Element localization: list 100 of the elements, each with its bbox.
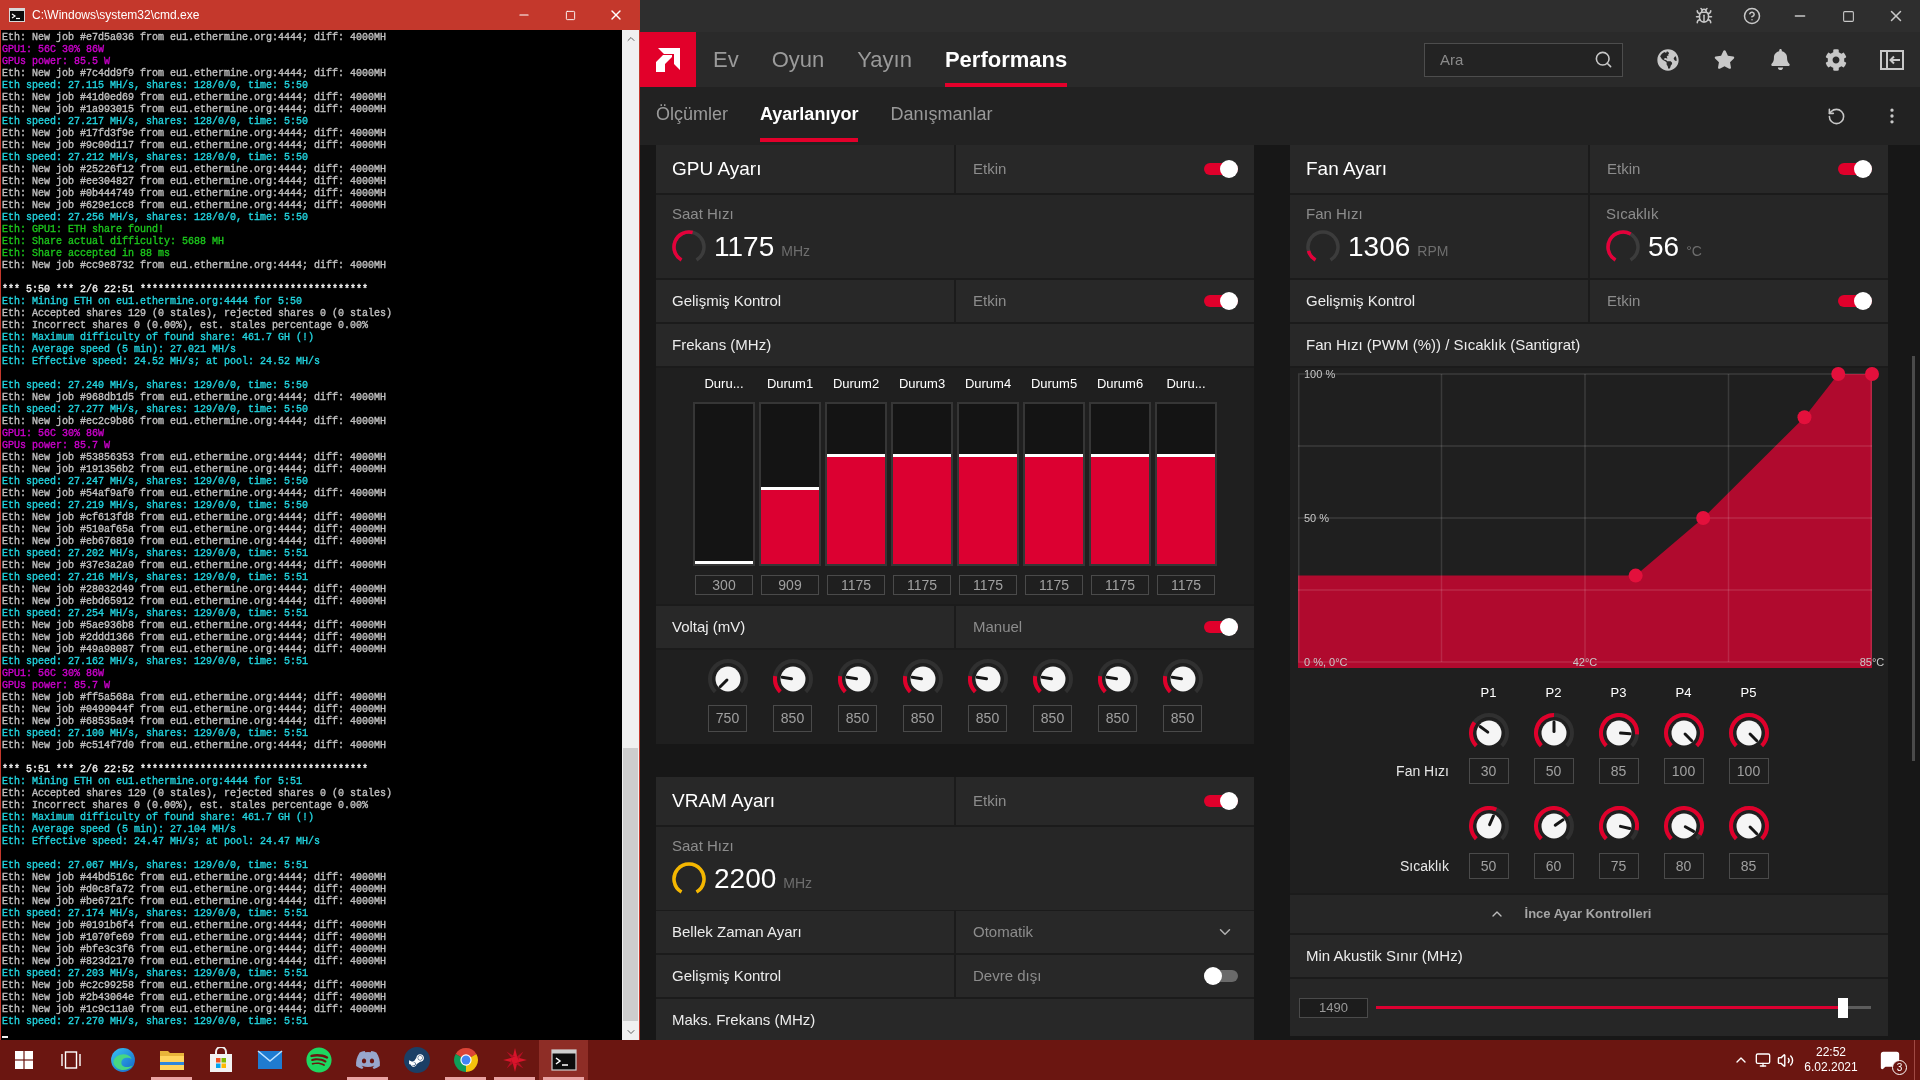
console-line: Eth: New job #28032d49 from eu1.ethermine.org:4444; diff: 4000MH (2, 584, 387, 596)
frequency-slider[interactable] (759, 402, 821, 566)
curve-point[interactable] (1831, 367, 1846, 381)
value-field[interactable]: 909 (761, 575, 819, 595)
console-line: Eth: New job #191356b2 from eu1.ethermine.org:4444; diff: 4000MH (2, 464, 387, 476)
setting-label: Maks. Frekans (MHz) (672, 1009, 816, 1030)
settings-icon[interactable] (1825, 48, 1847, 71)
value-field[interactable]: 50 (1533, 758, 1574, 784)
gauge-icon (672, 230, 706, 264)
value-field[interactable]: 1175 (893, 575, 951, 595)
console-icon (9, 8, 25, 22)
setting-label: Frekans (MHz) (672, 334, 772, 355)
undo-icon[interactable] (1826, 106, 1846, 126)
value-field[interactable]: 100 (1728, 758, 1769, 784)
arrow-logo-icon (640, 32, 696, 87)
console-line: Eth: New job #68535a94 from eu1.ethermine.org:4444; diff: 4000MH (2, 716, 387, 728)
start-icon[interactable] (14, 1051, 33, 1069)
clock-time[interactable]: 22:52 (1816, 1045, 1846, 1060)
value-field[interactable]: 850 (1163, 705, 1202, 732)
slider-thumb[interactable] (1838, 997, 1849, 1018)
toggle-switch[interactable] (1204, 292, 1238, 310)
value-field[interactable]: 1175 (1091, 575, 1149, 595)
task-view-icon[interactable] (61, 1051, 81, 1069)
toggle-switch[interactable] (1204, 792, 1238, 810)
acoustic-slider[interactable] (1376, 997, 1871, 1018)
value-field[interactable]: 50 (1468, 853, 1509, 879)
scrollbar-thumb[interactable] (1912, 356, 1915, 761)
toggle-switch[interactable] (1838, 160, 1872, 178)
search-icon[interactable] (1594, 49, 1613, 69)
value-field[interactable]: 85 (1598, 758, 1639, 784)
console-line: Eth: New job #1070fe69 from eu1.ethermine.org:4444; diff: 4000MH (2, 932, 387, 944)
frequency-slider[interactable] (825, 402, 887, 566)
curve-point[interactable] (1628, 568, 1643, 583)
status-label: Etkin (973, 290, 1007, 311)
search-field[interactable]: Ara (1424, 42, 1623, 77)
frequency-slider[interactable] (1155, 402, 1217, 566)
globe-icon[interactable] (1657, 48, 1679, 71)
console-line: Eth: Average speed (5 min): 27.021 MH/s (2, 344, 237, 356)
console-line: Eth: New job #c514f7d0 from eu1.ethermine.org:4444; diff: 4000MH (2, 740, 387, 752)
help-icon[interactable] (1743, 7, 1761, 25)
console-line: Eth: New job #e7d5a036 from eu1.ethermine.org:4444; diff: 4000MH (2, 32, 387, 44)
value-field[interactable]: 80 (1663, 853, 1704, 879)
value-field[interactable]: 75 (1598, 853, 1639, 879)
console-line: Eth: New job #1a993015 from eu1.ethermine.org:4444; diff: 4000MH (2, 104, 387, 116)
frequency-slider[interactable] (1089, 402, 1151, 566)
value-field[interactable]: 85 (1728, 853, 1769, 879)
curve-point[interactable] (1797, 410, 1812, 425)
console-line: Eth: Accepted shares 129 (0 stales), rejected shares 0 (0 stales) (2, 788, 393, 800)
value-field[interactable]: 850 (773, 705, 812, 732)
value-field[interactable]: 750 (708, 705, 747, 732)
star-icon[interactable] (1713, 49, 1735, 70)
value-field[interactable]: 850 (903, 705, 942, 732)
curve-point[interactable] (1865, 367, 1879, 381)
value-field[interactable]: 30 (1468, 758, 1509, 784)
unit-label: MHz (783, 874, 813, 893)
curve-point[interactable] (1696, 511, 1711, 525)
fine-tune-toggle[interactable]: İnce Ayar Kontrolleri (1290, 895, 1888, 933)
value-field[interactable]: 850 (968, 705, 1007, 732)
value-field[interactable]: 300 (695, 575, 753, 595)
toggle-switch[interactable] (1204, 967, 1238, 985)
value-field[interactable]: 100 (1663, 758, 1704, 784)
point-label: P3 (1610, 685, 1627, 701)
value-field[interactable]: 1175 (959, 575, 1017, 595)
network-monitor-icon[interactable] (1755, 1052, 1771, 1068)
timing-dropdown[interactable]: Otomatik (956, 911, 1254, 953)
scrollbar-thumb[interactable] (623, 748, 638, 1021)
toggle-switch[interactable] (1204, 618, 1238, 636)
console-line: Eth speed: 27.217 MH/s, shares: 128/0/0, time: 5:50 (2, 116, 309, 128)
envelope-icon (256, 1050, 283, 1070)
value-field[interactable]: 1175 (1025, 575, 1083, 595)
frequency-slider[interactable] (693, 402, 755, 566)
frequency-slider[interactable] (957, 402, 1019, 566)
nav-tab[interactable]: Yayın (857, 32, 912, 87)
nav-tab[interactable]: Ev (713, 32, 739, 87)
console-line: Eth: New job #5ae936b8 from eu1.ethermine.org:4444; diff: 4000MH (2, 620, 387, 632)
console-line: Eth speed: 27.216 MH/s, shares: 129/0/0, time: 5:51 (2, 572, 309, 584)
sub-tab[interactable]: Ölçümler (656, 87, 728, 142)
value-field[interactable]: 1175 (1157, 575, 1215, 595)
row-label: Sıcaklık (1400, 856, 1449, 876)
bug-icon[interactable] (1695, 7, 1713, 25)
toggle-switch[interactable] (1204, 160, 1238, 178)
frequency-slider[interactable] (891, 402, 953, 566)
value-field[interactable]: 850 (838, 705, 877, 732)
console-line: *** 5:51 *** 2/6 22:52 ************************************** (2, 764, 369, 776)
nav-tab[interactable]: Oyun (771, 32, 825, 87)
taskbar-button[interactable] (539, 1040, 588, 1080)
maximize-icon[interactable] (1841, 9, 1855, 23)
value-field[interactable]: 60 (1533, 853, 1574, 879)
scrollbar[interactable] (622, 30, 639, 1040)
section-title: GPU Ayarı (672, 156, 762, 181)
sub-tab[interactable]: Danışmanlar (890, 87, 993, 142)
value-field[interactable]: 1490 (1299, 997, 1368, 1018)
value-field[interactable]: 1175 (827, 575, 885, 595)
frequency-slider[interactable] (1023, 402, 1085, 566)
clock-date[interactable]: 6.02.2021 (1804, 1060, 1858, 1075)
toggle-switch[interactable] (1838, 292, 1872, 310)
value-field[interactable]: 850 (1033, 705, 1072, 732)
speaker-icon[interactable] (1776, 1051, 1794, 1069)
value-field[interactable]: 850 (1098, 705, 1137, 732)
bell-icon[interactable] (1769, 49, 1791, 70)
